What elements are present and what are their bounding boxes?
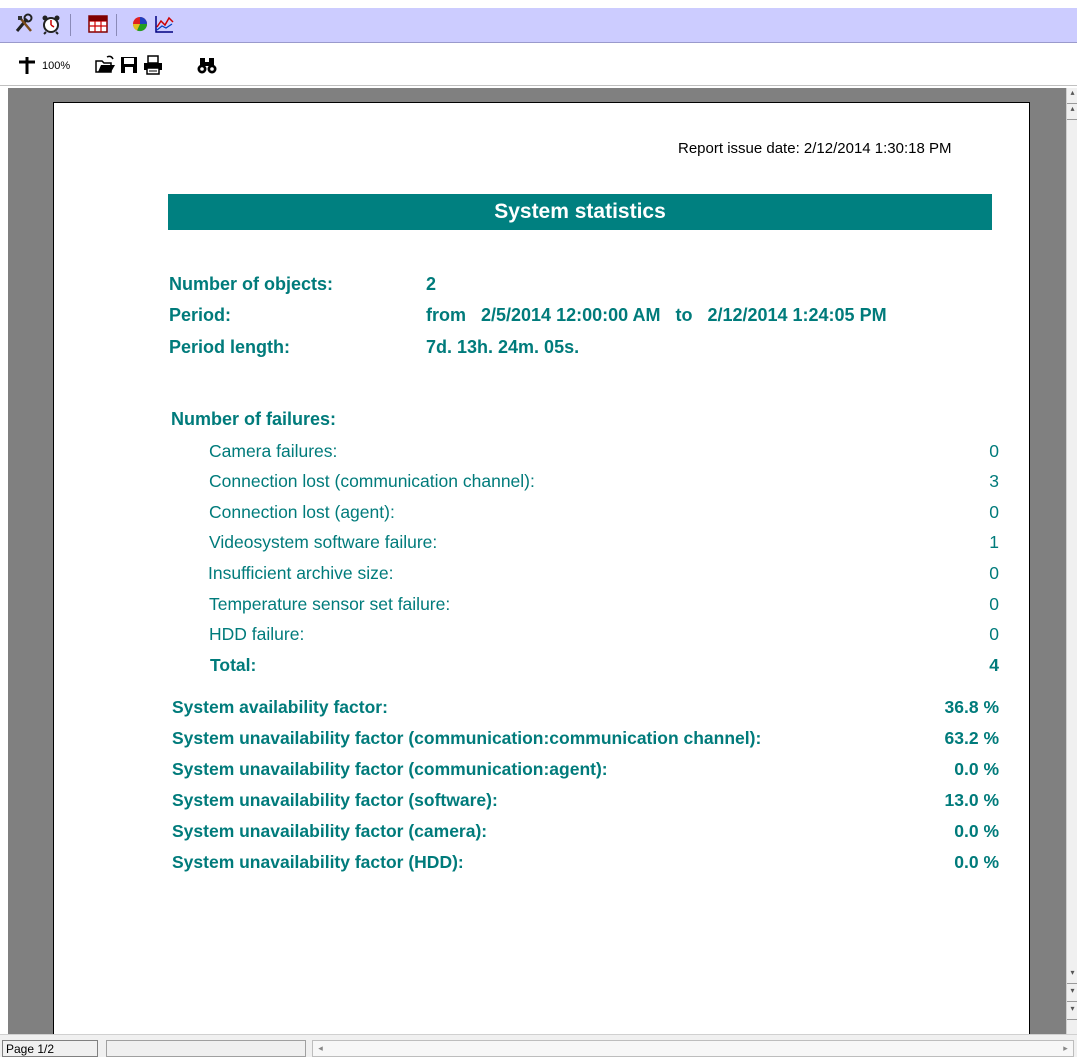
failure-label: Videosystem software failure: bbox=[209, 532, 438, 552]
report-toolbar: 100% bbox=[0, 44, 1077, 86]
failure-label: Insufficient archive size: bbox=[208, 563, 394, 583]
status-bar: Page 1/2 ◂ ▸ bbox=[0, 1034, 1077, 1057]
failure-count: 3 bbox=[989, 471, 999, 491]
failure-label: HDD failure: bbox=[209, 624, 305, 644]
report-title: System statistics bbox=[494, 200, 666, 223]
summary-label: Number of objects: bbox=[169, 274, 334, 294]
open-folder-icon[interactable] bbox=[94, 54, 116, 76]
main-toolbar bbox=[0, 8, 1077, 43]
alarm-clock-icon[interactable] bbox=[40, 13, 62, 35]
factor-value: 13.0 % bbox=[944, 790, 999, 810]
horizontal-scrollbar[interactable]: ◂ ▸ bbox=[312, 1040, 1074, 1057]
summary-value: 2 bbox=[426, 274, 437, 294]
factor-value: 0.0 % bbox=[954, 759, 999, 779]
window-top-strip bbox=[0, 0, 1077, 8]
report-viewer[interactable]: Report issue date: 2/12/2014 1:30:18 PM … bbox=[8, 88, 1066, 1034]
scroll-page-down-icon[interactable]: ▾ bbox=[1067, 968, 1077, 984]
factor-label: System unavailability factor (communicat… bbox=[172, 759, 608, 779]
factor-label: System availability factor: bbox=[172, 697, 388, 717]
factor-label: System unavailability factor (camera): bbox=[172, 821, 488, 841]
print-icon[interactable] bbox=[142, 54, 164, 76]
tools-icon[interactable] bbox=[13, 13, 35, 35]
scroll-up-icon[interactable]: ▴ bbox=[1067, 88, 1077, 104]
factor-value: 0.0 % bbox=[954, 852, 999, 872]
zoom-level[interactable]: 100% bbox=[42, 60, 70, 72]
binoculars-icon[interactable] bbox=[196, 54, 218, 76]
report-title-banner: System statistics bbox=[168, 194, 992, 230]
failure-count: 0 bbox=[989, 624, 999, 644]
report-issue-date: Report issue date: 2/12/2014 1:30:18 PM bbox=[678, 140, 952, 157]
failure-count: 0 bbox=[989, 563, 999, 583]
factor-label: System unavailability factor (communicat… bbox=[172, 728, 762, 748]
report-page: Report issue date: 2/12/2014 1:30:18 PM … bbox=[53, 102, 1030, 1034]
summary-value: 7d. 13h. 24m. 05s. bbox=[426, 337, 580, 357]
failure-label: Connection lost (agent): bbox=[209, 502, 395, 522]
summary-label: Period: bbox=[169, 305, 232, 325]
failure-count: 1 bbox=[989, 532, 999, 552]
pie-chart-icon[interactable] bbox=[129, 13, 151, 35]
failure-count: 0 bbox=[989, 594, 999, 614]
factor-value: 63.2 % bbox=[944, 728, 999, 748]
summary-label: Period length: bbox=[169, 337, 290, 357]
failures-total-value: 4 bbox=[989, 655, 999, 675]
failure-count: 0 bbox=[989, 502, 999, 522]
scroll-right-icon[interactable]: ▸ bbox=[1058, 1041, 1073, 1056]
toolbar-separator bbox=[70, 14, 71, 36]
factor-value: 36.8 % bbox=[944, 697, 999, 717]
failure-label: Connection lost (communication channel): bbox=[209, 471, 535, 491]
failure-label: Camera failures: bbox=[209, 441, 338, 461]
scroll-end-icon[interactable]: ▾ bbox=[1067, 1004, 1077, 1020]
summary-value: from 2/5/2014 12:00:00 AM to 2/12/2014 1… bbox=[426, 305, 887, 325]
vertical-scrollbar[interactable]: ▴ ▴ ▾ ▾ ▾ bbox=[1066, 88, 1077, 1034]
toolbar-separator bbox=[116, 14, 117, 36]
failures-total-label: Total: bbox=[210, 655, 257, 675]
save-disk-icon[interactable] bbox=[118, 54, 140, 76]
failures-heading: Number of failures: bbox=[171, 409, 337, 429]
factor-label: System unavailability factor (HDD): bbox=[172, 852, 464, 872]
failure-count: 0 bbox=[989, 441, 999, 461]
zoom-cross-icon[interactable] bbox=[16, 54, 38, 76]
scroll-down-icon[interactable]: ▾ bbox=[1067, 986, 1077, 1002]
factor-value: 0.0 % bbox=[954, 821, 999, 841]
line-chart-icon[interactable] bbox=[153, 13, 175, 35]
table-report-icon[interactable] bbox=[87, 13, 109, 35]
page-indicator: Page 1/2 bbox=[2, 1040, 98, 1057]
status-panel bbox=[106, 1040, 306, 1057]
factor-label: System unavailability factor (software): bbox=[172, 790, 498, 810]
scroll-page-up-icon[interactable]: ▴ bbox=[1067, 104, 1077, 120]
scroll-left-icon[interactable]: ◂ bbox=[313, 1041, 328, 1056]
failure-label: Temperature sensor set failure: bbox=[209, 594, 451, 614]
